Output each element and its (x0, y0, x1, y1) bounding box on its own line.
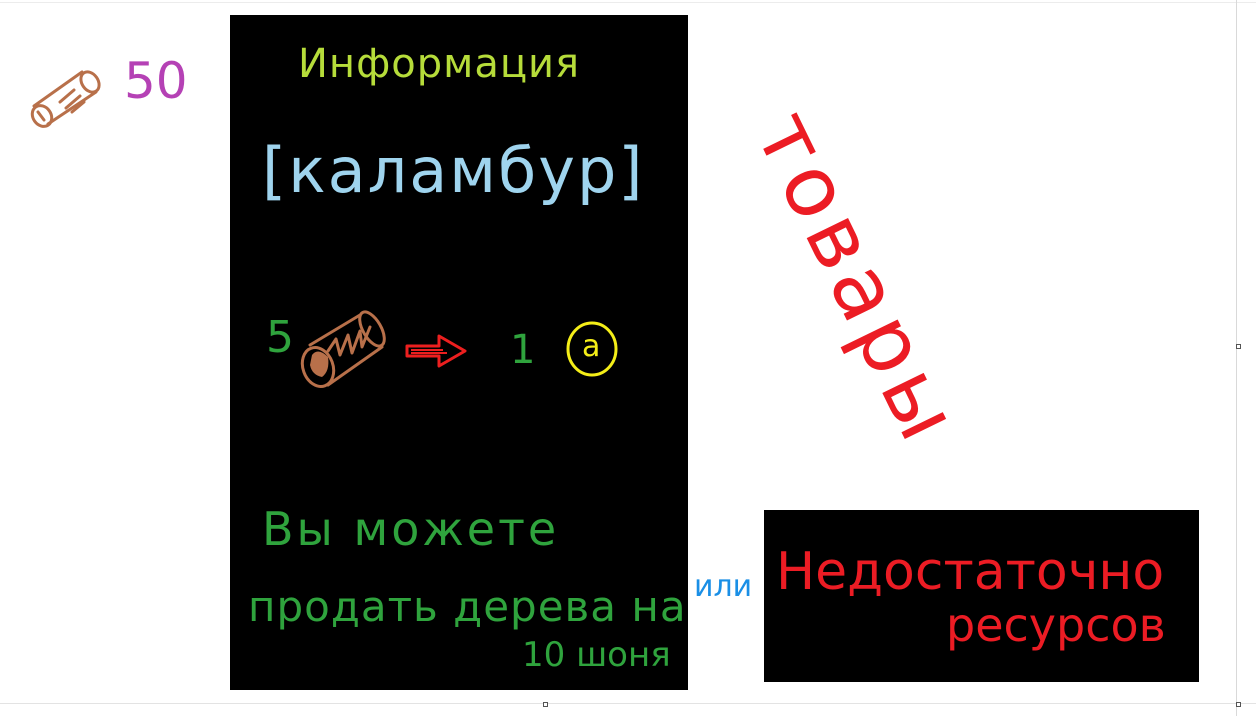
message-line-3: 10 шоня (522, 635, 671, 675)
message-line-2: продать дерева на (248, 582, 687, 631)
goods-label: товары (736, 96, 981, 460)
page-top-edge (0, 2, 1256, 3)
page-bottom-edge (0, 703, 1256, 704)
coin-icon: a (564, 320, 620, 378)
resize-handle-bottom[interactable] (543, 702, 548, 707)
wood-count: 50 (124, 52, 188, 110)
item-name: [каламбур] (262, 134, 645, 207)
trade-input-qty: 5 (266, 312, 294, 363)
info-panel-title: Информация (298, 41, 581, 87)
wood-resource-icon (300, 310, 386, 388)
resize-handle-corner[interactable] (1236, 702, 1241, 707)
error-line-2: ресурсов (946, 598, 1166, 652)
error-line-1: Недостаточно (776, 542, 1165, 602)
resize-handle-right[interactable] (1236, 344, 1241, 349)
log-icon (30, 70, 101, 128)
message-line-1: Вы можете (262, 502, 560, 556)
trade-output-qty: 1 (510, 327, 536, 373)
page-right-edge (1236, 0, 1237, 716)
or-label: или (694, 569, 753, 604)
arrow-right-icon (405, 334, 467, 368)
coin-symbol: a (582, 329, 601, 364)
